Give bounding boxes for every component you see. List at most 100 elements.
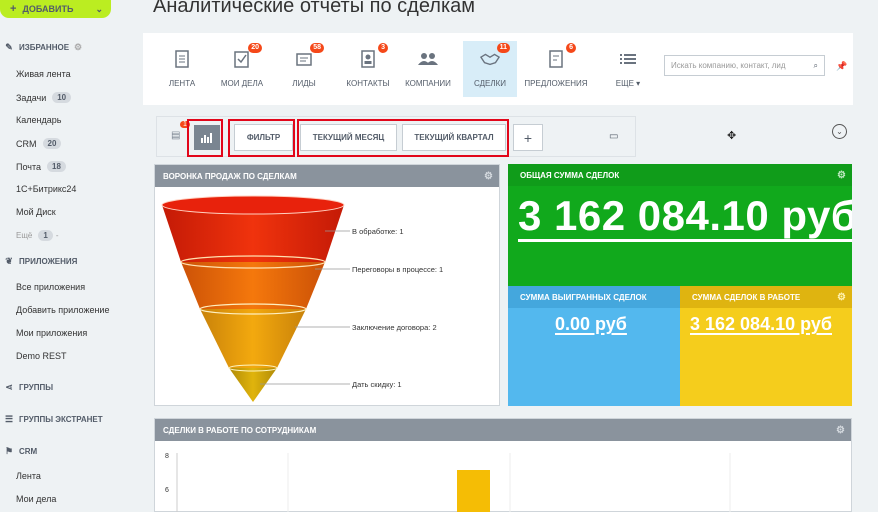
tab-badge: 20 — [248, 43, 262, 53]
tab-offers[interactable]: 6 ПРЕДЛОЖЕНИЯ — [524, 41, 588, 97]
tab-label: КОНТАКТЫ — [346, 79, 390, 88]
sidebar-item-my-apps[interactable]: Мои приложения — [16, 328, 87, 338]
sidebar-item-disk[interactable]: Мой Диск — [16, 207, 56, 217]
sidebar-item-label: Добавить приложение — [16, 305, 110, 315]
sidebar-item-add-app[interactable]: Добавить приложение — [16, 305, 109, 315]
sidebar-item-label: Календарь — [16, 115, 62, 125]
funnel-label: Дать скидку: 1 — [352, 380, 402, 389]
sidebar-item-label: Все приложения — [16, 282, 86, 292]
tile-title: СУММА ВЫИГРАННЫХ СДЕЛОК — [520, 292, 647, 302]
funnel-label: Заключение договора: 2 — [352, 323, 437, 332]
pin-icon[interactable]: 📌 — [836, 61, 847, 72]
funnel-stage-2 — [181, 262, 325, 309]
employees-bar-chart — [176, 453, 731, 512]
tab-badge: 58 — [310, 43, 324, 53]
more-label: Ещё — [16, 231, 33, 240]
sidebar-section-crm[interactable]: ⚑ CRM — [4, 446, 37, 456]
sidebar-section-extranet[interactable]: ☰ ГРУППЫ ЭКСТРАНЕТ — [4, 414, 103, 424]
won-sum-tile: СУММА ВЫИГРАННЫХ СДЕЛОК 0.00 руб — [508, 286, 680, 406]
search-placeholder: Искать компанию, контакт, лид — [671, 61, 786, 70]
tile-title: ОБЩАЯ СУММА СДЕЛОК — [520, 170, 620, 180]
tab-contacts[interactable]: 3 КОНТАКТЫ — [341, 41, 395, 97]
won-amount[interactable]: 0.00 руб — [555, 314, 627, 335]
plus-icon: + — [10, 3, 17, 15]
counter-badge: 1 — [38, 230, 53, 241]
favorites-header: ИЗБРАННОЕ — [19, 43, 70, 52]
page-title: Аналитические отчеты по сделкам — [153, 0, 476, 17]
tab-leads[interactable]: 58 ЛИДЫ — [277, 41, 331, 97]
extranet-icon: ☰ — [4, 413, 14, 424]
sidebar-item-label: Задачи — [16, 92, 47, 103]
total-sum-tile: ОБЩАЯ СУММА СДЕЛОК ⚙ 3 162 084.10 руб — [508, 164, 852, 286]
sidebar-more[interactable]: Ещё 1 - — [16, 230, 59, 241]
sidebar-section-favorites[interactable]: ✎ ИЗБРАННОЕ ⚙ — [4, 42, 82, 53]
sidebar-item-all-apps[interactable]: Все приложения — [16, 282, 85, 292]
sidebar-section-apps[interactable]: ❦ ПРИЛОЖЕНИЯ — [4, 256, 77, 266]
document-icon — [172, 49, 192, 69]
sidebar-item-tasks[interactable]: Задачи 10 — [16, 92, 72, 103]
sidebar-item-label: CRM — [16, 138, 37, 149]
tab-my-activities[interactable]: 20 МОИ ДЕЛА — [215, 41, 269, 97]
highlight-frame — [187, 119, 223, 157]
people-icon — [418, 49, 438, 69]
gear-icon[interactable]: ⚙ — [484, 171, 493, 182]
add-widget-button[interactable]: + — [513, 124, 543, 151]
sidebar-item-label: Мой Диск — [16, 207, 56, 217]
window-icon[interactable]: ▭ — [609, 131, 618, 142]
tab-label: ПРЕДЛОЖЕНИЯ — [524, 79, 588, 88]
funnel-chart — [161, 195, 350, 402]
sidebar-item-label: Мои дела — [16, 494, 57, 504]
inwork-sum-tile: СУММА СДЕЛОК В РАБОТЕ ⚙ 3 162 084.10 руб — [680, 286, 852, 406]
total-amount[interactable]: 3 162 084.10 руб — [518, 192, 852, 240]
tab-label: СДЕЛКИ — [473, 79, 506, 88]
inwork-amount[interactable]: 3 162 084.10 руб — [690, 314, 832, 335]
sidebar-item-calendar[interactable]: Календарь — [16, 115, 61, 125]
gear-icon[interactable]: ⚙ — [836, 425, 845, 436]
sidebar-item-crm[interactable]: CRM 20 — [16, 138, 62, 149]
contact-card-icon: 3 — [358, 43, 388, 69]
funnel-widget: ВОРОНКА ПРОДАЖ ПО СДЕЛКАМ ⚙ В обработке:… — [154, 164, 500, 406]
collapse-icon[interactable]: ⌄ — [832, 124, 847, 139]
widget-title: СДЕЛКИ В РАБОТЕ ПО СОТРУДНИКАМ — [163, 425, 317, 435]
tab-companies[interactable]: КОМПАНИИ — [401, 41, 455, 97]
share-icon: ⋖ — [5, 381, 13, 392]
counter-badge: 10 — [52, 92, 72, 103]
sidebar-item-my-activities[interactable]: Мои дела — [16, 494, 56, 504]
add-button-label: ДОБАВИТЬ — [22, 4, 74, 14]
sidebar-item-label: Почта — [16, 161, 41, 172]
funnel-label: В обработке: 1 — [352, 227, 404, 236]
sidebar-item-demo-rest[interactable]: Demo REST — [16, 351, 67, 361]
crm-header: CRM — [19, 446, 38, 456]
sidebar-item-label: Мои приложения — [16, 328, 88, 338]
widget-title: ВОРОНКА ПРОДАЖ ПО СДЕЛКАМ — [163, 171, 297, 181]
gear-icon[interactable]: ⚙ — [74, 42, 82, 53]
tab-deals[interactable]: 11 СДЕЛКИ — [463, 41, 517, 97]
handshake-icon: 11 — [480, 43, 510, 69]
tab-feed[interactable]: ЛЕНТА — [155, 41, 209, 97]
leads-icon: 58 — [294, 43, 324, 69]
apps-header: ПРИЛОЖЕНИЯ — [19, 256, 78, 266]
tile-header: СУММА СДЕЛОК В РАБОТЕ ⚙ — [680, 286, 852, 308]
widget-header: ВОРОНКА ПРОДАЖ ПО СДЕЛКАМ ⚙ — [155, 165, 499, 187]
highlight-frame — [228, 119, 295, 157]
checklist-icon: 20 — [232, 43, 262, 69]
sidebar-item-crm-feed[interactable]: Лента — [16, 471, 41, 481]
tab-badge: 11 — [496, 43, 510, 53]
gear-icon[interactable]: ⚙ — [837, 170, 846, 181]
search-icon[interactable]: ⌕ — [814, 61, 818, 70]
sidebar: + ДОБАВИТЬ ⌄ ✎ ИЗБРАННОЕ ⚙ Живая лента З… — [0, 0, 143, 512]
search-input[interactable]: Искать компанию, контакт, лид ⌕ — [664, 55, 825, 76]
sidebar-section-groups[interactable]: ⋖ ГРУППЫ — [4, 382, 53, 392]
sidebar-item-label: Живая лента — [16, 69, 71, 79]
add-button[interactable]: + ДОБАВИТЬ ⌄ — [0, 0, 111, 18]
sidebar-item-live-feed[interactable]: Живая лента — [16, 69, 71, 79]
sidebar-item-mail[interactable]: Почта 18 — [16, 161, 66, 172]
sidebar-item-1c[interactable]: 1С+Битрикс24 — [16, 184, 76, 194]
amount-underline — [518, 239, 852, 242]
list-icon — [618, 49, 638, 69]
calendar-icon[interactable]: ▤ — [171, 130, 180, 141]
employee-bar — [457, 470, 490, 512]
employees-chart-widget: СДЕЛКИ В РАБОТЕ ПО СОТРУДНИКАМ ⚙ 8 6 — [154, 418, 852, 512]
tab-more[interactable]: ЕЩЕ ▾ — [601, 41, 655, 97]
gear-icon[interactable]: ⚙ — [837, 292, 846, 303]
